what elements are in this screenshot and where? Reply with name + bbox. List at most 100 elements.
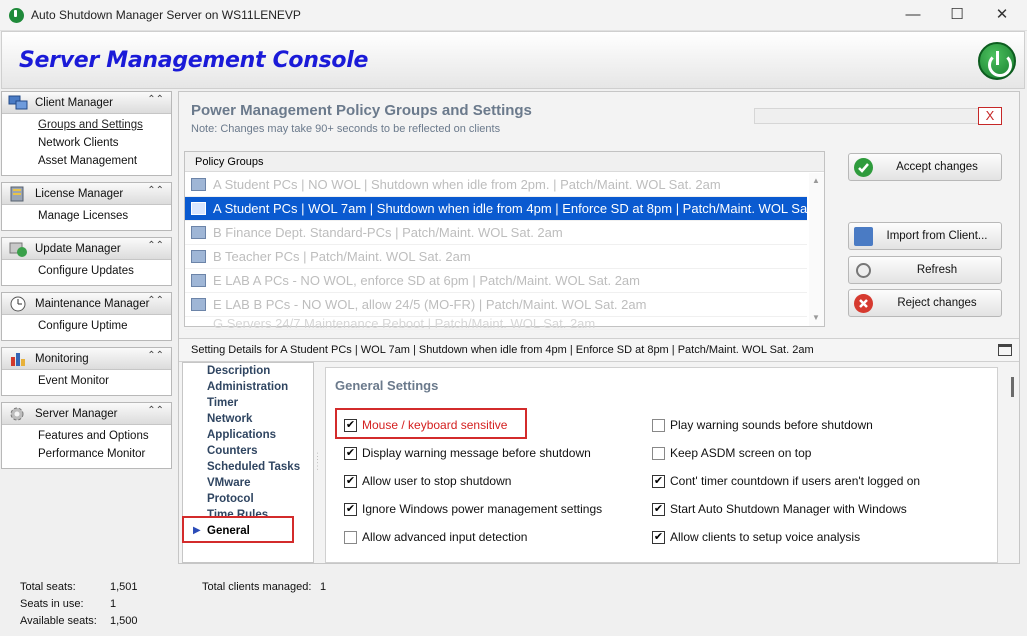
nav-item-configure-updates[interactable]: Configure Updates — [2, 263, 171, 281]
computer-icon — [191, 274, 206, 287]
category-protocol[interactable]: Protocol — [183, 491, 313, 507]
policy-group-row[interactable]: E LAB A PCs - NO WOL, enforce SD at 6pm … — [185, 269, 807, 293]
nav-title: Client Manager — [35, 97, 113, 109]
category-vmware[interactable]: VMware — [183, 475, 313, 491]
computer-icon — [191, 178, 206, 191]
power-logo-icon — [978, 42, 1016, 80]
nav-header-server-manager[interactable]: Server Manager ⌃⌃ — [2, 403, 171, 425]
accept-changes-button[interactable]: Accept changes — [848, 153, 1002, 181]
policy-group-label: A Student PCs | WOL 7am | Shutdown when … — [213, 201, 807, 216]
nav-header-license-manager[interactable]: License Manager ⌃⌃ — [2, 183, 171, 205]
nav-item-groups-and-settings[interactable]: Groups and Settings — [2, 117, 171, 135]
policy-group-row[interactable]: B Finance Dept. Standard-PCs | Patch/Mai… — [185, 221, 807, 245]
nav-header-monitoring[interactable]: Monitoring ⌃⌃ — [2, 348, 171, 370]
collapse-icon[interactable]: ⌃⌃ — [147, 295, 164, 306]
computer-icon — [191, 202, 206, 215]
nav-item-asset-management[interactable]: Asset Management — [2, 153, 171, 171]
nav-item-configure-uptime[interactable]: Configure Uptime — [2, 318, 171, 336]
policy-group-row[interactable]: G Servers 24/7 Maintenance Reboot | Patc… — [185, 317, 807, 330]
checkbox-checked[interactable]: ✔ — [652, 531, 665, 544]
checkbox-checked[interactable]: ✔ — [652, 503, 665, 516]
policy-group-row-selected[interactable]: A Student PCs | WOL 7am | Shutdown when … — [185, 197, 807, 221]
settings-scrollbar-thumb[interactable] — [1011, 377, 1014, 397]
policy-group-label: B Teacher PCs | Patch/Maint. WOL Sat. 2a… — [213, 249, 471, 264]
reject-icon — [854, 294, 873, 313]
category-network[interactable]: Network — [183, 411, 313, 427]
maximize-button[interactable]: ☐ — [942, 4, 972, 26]
window-title: Auto Shutdown Manager Server on WS11LENE… — [31, 8, 301, 22]
setting-details-title: Setting Details for A Student PCs | WOL … — [191, 344, 814, 356]
policy-group-label: G Servers 24/7 Maintenance Reboot | Patc… — [213, 317, 596, 330]
collapse-icon[interactable]: ⌃⌃ — [147, 240, 164, 251]
scroll-up-icon[interactable]: ▲ — [812, 176, 820, 185]
nav-item-manage-licenses[interactable]: Manage Licenses — [2, 208, 171, 226]
scroll-down-icon[interactable]: ▼ — [812, 313, 820, 322]
policy-group-row[interactable]: E LAB B PCs - NO WOL, allow 24/5 (MO-FR)… — [185, 293, 807, 317]
checkbox-unchecked[interactable] — [652, 419, 665, 432]
check-icon — [854, 158, 873, 177]
collapse-icon[interactable]: ⌃⌃ — [147, 185, 164, 196]
reject-changes-button[interactable]: Reject changes — [848, 289, 1002, 317]
message-box — [754, 108, 1001, 124]
import-from-client-button[interactable]: Import from Client... — [848, 222, 1002, 250]
minimize-button[interactable]: — — [898, 4, 928, 26]
category-administration[interactable]: Administration — [183, 379, 313, 395]
nav-item-features-and-options[interactable]: Features and Options — [2, 428, 171, 446]
policy-group-row[interactable]: A Student PCs | NO WOL | Shutdown when i… — [185, 173, 807, 197]
close-panel-button[interactable]: X — [978, 107, 1002, 125]
nav-group-license-manager: License Manager ⌃⌃ Manage Licenses — [1, 182, 172, 231]
general-settings-title: General Settings — [335, 378, 439, 393]
console-header: Server Management Console — [1, 31, 1025, 89]
console-title: Server Management Console — [19, 48, 369, 73]
nav-title: Update Manager — [35, 243, 121, 255]
computer-icon — [191, 226, 206, 239]
seats-in-use-label: Seats in use: — [20, 598, 84, 610]
option-label: Start Auto Shutdown Manager with Windows — [670, 502, 907, 516]
checkbox-checked[interactable]: ✔ — [344, 447, 357, 460]
policy-groups-header: Policy Groups — [185, 152, 824, 172]
nav-item-performance-monitor[interactable]: Performance Monitor — [2, 446, 171, 464]
collapse-icon[interactable]: ⌃⌃ — [147, 405, 164, 416]
category-counters[interactable]: Counters — [183, 443, 313, 459]
accept-label: Accept changes — [896, 161, 978, 173]
policy-group-row[interactable]: B Teacher PCs | Patch/Maint. WOL Sat. 2a… — [185, 245, 807, 269]
checkbox-unchecked[interactable] — [344, 531, 357, 544]
category-scheduled-tasks[interactable]: Scheduled Tasks — [183, 459, 313, 475]
reject-label: Reject changes — [897, 297, 977, 309]
category-description[interactable]: Description — [183, 363, 313, 379]
nav-group-update-manager: Update Manager ⌃⌃ Configure Updates — [1, 237, 172, 286]
category-timer[interactable]: Timer — [183, 395, 313, 411]
policy-groups-list: Policy Groups A Student PCs | NO WOL | S… — [184, 151, 825, 330]
nav-title: License Manager — [35, 188, 124, 200]
policy-groups-scrollbar[interactable]: ▲ ▼ — [809, 173, 824, 326]
nav-item-network-clients[interactable]: Network Clients — [2, 135, 171, 153]
refresh-button[interactable]: Refresh — [848, 256, 1002, 284]
clock-icon — [10, 296, 26, 312]
option-label: Mouse / keyboard sensitive — [362, 418, 508, 432]
category-applications[interactable]: Applications — [183, 427, 313, 443]
license-server-icon — [10, 186, 24, 202]
update-icon — [9, 242, 27, 257]
option-label: Allow advanced input detection — [362, 530, 528, 544]
checkbox-checked[interactable]: ✔ — [344, 503, 357, 516]
bar-chart-icon — [11, 353, 25, 366]
checkbox-checked[interactable]: ✔ — [344, 419, 357, 432]
available-seats-value: 1,500 — [110, 615, 138, 627]
checkbox-checked[interactable]: ✔ — [652, 475, 665, 488]
nav-header-maintenance-manager[interactable]: Maintenance Manager ⌃⌃ — [2, 293, 171, 315]
nav-item-event-monitor[interactable]: Event Monitor — [2, 373, 171, 391]
panel-splitter[interactable]: ...... — [315, 452, 324, 471]
nav-group-client-manager: Client Manager ⌃⌃ Groups and Settings Ne… — [1, 91, 172, 176]
setting-details-bar: Setting Details for A Student PCs | WOL … — [179, 338, 1019, 362]
checkbox-checked[interactable]: ✔ — [344, 475, 357, 488]
nav-header-client-manager[interactable]: Client Manager ⌃⌃ — [2, 92, 171, 114]
collapse-icon[interactable]: ⌃⌃ — [147, 94, 164, 105]
nav-header-update-manager[interactable]: Update Manager ⌃⌃ — [2, 238, 171, 260]
close-button[interactable]: ✕ — [987, 4, 1017, 26]
import-label: Import from Client... — [886, 230, 988, 242]
title-bar: Auto Shutdown Manager Server on WS11LENE… — [0, 0, 1027, 31]
maximize-panel-icon[interactable] — [998, 344, 1012, 356]
collapse-icon[interactable]: ⌃⌃ — [147, 350, 164, 361]
total-clients-label: Total clients managed: — [202, 581, 312, 593]
checkbox-unchecked[interactable] — [652, 447, 665, 460]
